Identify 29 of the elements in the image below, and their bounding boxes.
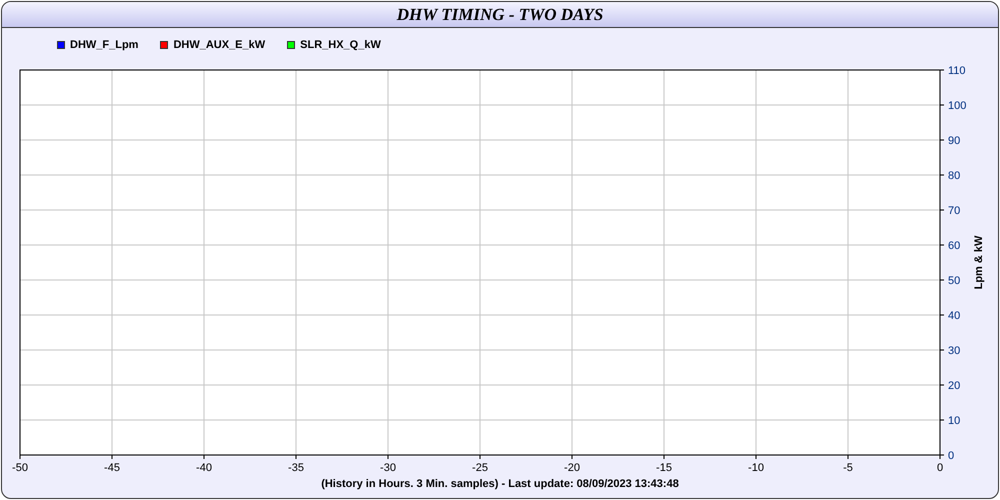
y-tick-label: 110 — [948, 65, 966, 77]
legend-label: DHW_F_Lpm — [70, 38, 138, 53]
y-tick-label: 30 — [948, 345, 960, 357]
x-tick-label: -25 — [472, 462, 488, 474]
x-tick-label: -20 — [564, 462, 580, 474]
x-tick-label: 0 — [936, 462, 944, 474]
y-tick-label: 80 — [948, 170, 960, 182]
x-tick-label: -5 — [843, 462, 853, 474]
x-tick-label: -45 — [104, 462, 120, 474]
y-tick-label: 0 — [948, 450, 954, 462]
x-tick-label: -15 — [656, 462, 672, 474]
x-tick-label: -30 — [380, 462, 396, 474]
y-tick-label: 40 — [948, 310, 960, 322]
window-title: DHW TIMING - TWO DAYS — [396, 4, 604, 26]
y-tick-label: 90 — [948, 135, 960, 147]
y-tick-label: 60 — [948, 240, 960, 252]
legend-label: SLR_HX_Q_kW — [300, 38, 381, 53]
y-tick-label: 20 — [948, 380, 960, 392]
y-axis-title: Lpm & kW — [973, 236, 985, 290]
y-tick-label: 50 — [948, 275, 960, 287]
legend-label: DHW_AUX_E_kW — [173, 38, 266, 53]
x-tick-label: -35 — [288, 462, 304, 474]
x-axis-title: (History in Hours. 3 Min. samples) - Last update: 08/09/2023 13:43:48 — [321, 477, 679, 492]
y-tick-label: 100 — [948, 100, 966, 112]
x-tick-label: -10 — [748, 462, 764, 474]
y-tick-label: 10 — [948, 415, 960, 427]
y-tick-label: 70 — [948, 205, 960, 217]
x-tick-label: -40 — [196, 462, 212, 474]
x-tick-label: -50 — [12, 462, 28, 474]
